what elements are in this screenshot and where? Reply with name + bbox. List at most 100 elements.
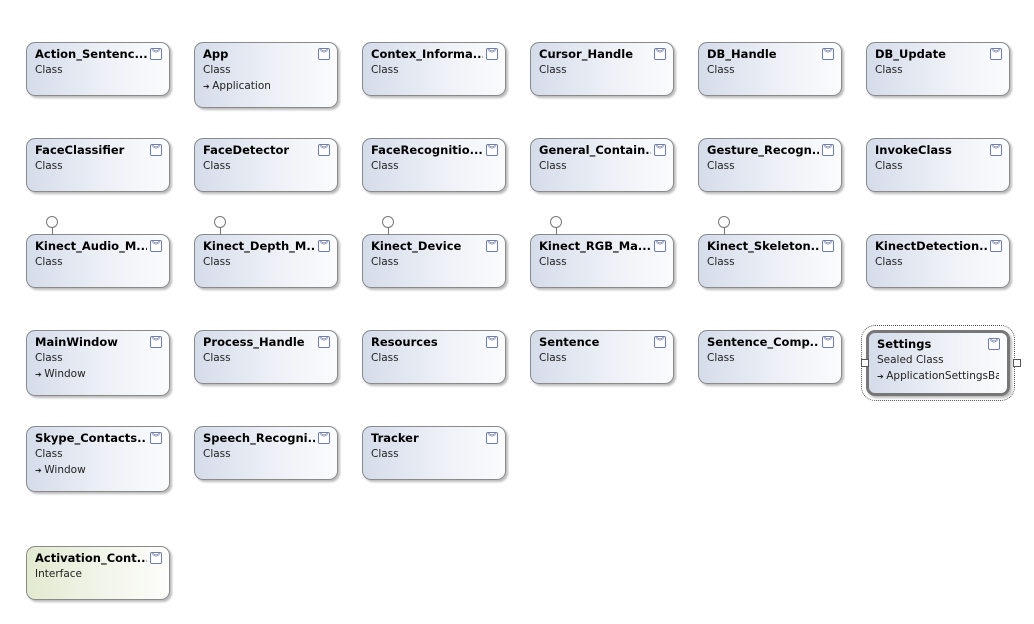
class-name: FaceRecognitio...: [371, 143, 483, 157]
class-kind: Class: [35, 256, 63, 268]
resize-handle-right[interactable]: [1013, 359, 1021, 367]
class-name: Contex_Informa...: [371, 47, 483, 61]
class-shape[interactable]: Resources Class ︾: [362, 330, 506, 384]
class-kind: Class: [371, 160, 399, 172]
class-shape[interactable]: Kinect_Audio_M... Class ︾: [26, 234, 170, 288]
class-shape[interactable]: InvokeClass Class ︾: [866, 138, 1010, 192]
class-name: Kinect_Skeleton...: [707, 239, 819, 253]
double-chevron-down-icon[interactable]: ︾: [486, 336, 498, 348]
double-chevron-down-icon[interactable]: ︾: [654, 240, 666, 252]
class-name: Gesture_Recogn...: [707, 143, 819, 157]
class-shape[interactable]: FaceDetector Class ︾: [194, 138, 338, 192]
class-shape[interactable]: Gesture_Recogn... Class ︾: [698, 138, 842, 192]
lollipop-stem: [220, 227, 221, 235]
class-shape[interactable]: Kinect_RGB_Ma... Class ︾: [530, 234, 674, 288]
class-name: Action_Sentenc...: [35, 47, 147, 61]
class-name: Sentence_Comp...: [707, 335, 819, 349]
double-chevron-down-icon[interactable]: ︾: [150, 144, 162, 156]
class-shape[interactable]: Tracker Class ︾: [362, 426, 506, 480]
class-kind: Class: [539, 64, 567, 76]
class-kind: Class: [707, 352, 735, 364]
class-kind: Sealed Class: [877, 354, 944, 366]
class-shape[interactable]: MainWindow Class ➔ Window ︾: [26, 330, 170, 396]
double-chevron-down-icon[interactable]: ︾: [990, 144, 1002, 156]
base-type-name: ApplicationSettingsBa...: [886, 370, 999, 382]
double-chevron-down-icon[interactable]: ︾: [318, 336, 330, 348]
class-shape[interactable]: Sentence_Comp... Class ︾: [698, 330, 842, 384]
class-shape[interactable]: General_Contain... Class ︾: [530, 138, 674, 192]
class-name: General_Contain...: [539, 143, 651, 157]
class-kind: Class: [875, 256, 903, 268]
double-chevron-down-icon[interactable]: ︾: [486, 432, 498, 444]
class-kind: Class: [707, 160, 735, 172]
class-kind: Class: [875, 64, 903, 76]
class-shape[interactable]: FaceRecognitio... Class ︾: [362, 138, 506, 192]
class-kind: Class: [371, 448, 399, 460]
class-shape[interactable]: Process_Handle Class ︾: [194, 330, 338, 384]
base-type: ➔ Application: [203, 78, 329, 95]
class-shape[interactable]: Contex_Informa... Class ︾: [362, 42, 506, 96]
class-kind: Class: [371, 256, 399, 268]
class-shape[interactable]: FaceClassifier Class ︾: [26, 138, 170, 192]
resize-handle-left[interactable]: [861, 359, 869, 367]
class-kind: Class: [35, 160, 63, 172]
class-name: InvokeClass: [875, 143, 952, 157]
double-chevron-down-icon[interactable]: ︾: [822, 336, 834, 348]
class-name: Activation_Cont...: [35, 551, 147, 565]
base-type-name: Application: [212, 80, 271, 92]
class-kind: Class: [707, 64, 735, 76]
lollipop-stem: [556, 227, 557, 235]
double-chevron-down-icon[interactable]: ︾: [654, 48, 666, 60]
class-shape[interactable]: DB_Update Class ︾: [866, 42, 1010, 96]
class-shape[interactable]: Kinect_Skeleton... Class ︾: [698, 234, 842, 288]
double-chevron-down-icon[interactable]: ︾: [486, 48, 498, 60]
class-kind: Class: [203, 448, 231, 460]
class-shape[interactable]: Action_Sentenc... Class ︾: [26, 42, 170, 96]
class-shape[interactable]: Settings Sealed Class ➔ ApplicationSetting…: [861, 325, 1015, 401]
base-type-name: Window: [44, 368, 86, 380]
double-chevron-down-icon[interactable]: ︾: [318, 432, 330, 444]
double-chevron-down-icon[interactable]: ︾: [150, 240, 162, 252]
class-name: Kinect_Audio_M...: [35, 239, 147, 253]
interface-shape[interactable]: Activation_Cont... Interface ︾: [26, 546, 170, 600]
class-kind: Class: [539, 256, 567, 268]
class-shape[interactable]: Speech_Recogni... Class ︾: [194, 426, 338, 480]
double-chevron-down-icon[interactable]: ︾: [822, 240, 834, 252]
class-name: Process_Handle: [203, 335, 305, 349]
class-kind: Class: [371, 64, 399, 76]
double-chevron-down-icon[interactable]: ︾: [988, 338, 1000, 350]
double-chevron-down-icon[interactable]: ︾: [150, 48, 162, 60]
double-chevron-down-icon[interactable]: ︾: [150, 552, 162, 564]
double-chevron-down-icon[interactable]: ︾: [318, 48, 330, 60]
double-chevron-down-icon[interactable]: ︾: [654, 144, 666, 156]
class-name: Tracker: [371, 431, 419, 445]
double-chevron-down-icon[interactable]: ︾: [990, 240, 1002, 252]
double-chevron-down-icon[interactable]: ︾: [486, 144, 498, 156]
class-shape[interactable]: App Class ➔ Application ︾: [194, 42, 338, 108]
double-chevron-down-icon[interactable]: ︾: [822, 144, 834, 156]
double-chevron-down-icon[interactable]: ︾: [654, 336, 666, 348]
class-name: Kinect_RGB_Ma...: [539, 239, 651, 253]
class-shape[interactable]: Sentence Class ︾: [530, 330, 674, 384]
double-chevron-down-icon[interactable]: ︾: [486, 240, 498, 252]
double-chevron-down-icon[interactable]: ︾: [150, 432, 162, 444]
class-name: FaceDetector: [203, 143, 290, 157]
class-kind: Class: [203, 160, 231, 172]
double-chevron-down-icon[interactable]: ︾: [150, 336, 162, 348]
double-chevron-down-icon[interactable]: ︾: [822, 48, 834, 60]
class-shape[interactable]: Kinect_Depth_M... Class ︾: [194, 234, 338, 288]
class-shape[interactable]: KinectDetection... Class ︾: [866, 234, 1010, 288]
class-kind: Class: [203, 64, 231, 76]
double-chevron-down-icon[interactable]: ︾: [318, 144, 330, 156]
class-kind: Class: [539, 352, 567, 364]
class-name: Cursor_Handle: [539, 47, 634, 61]
class-kind: Class: [371, 352, 399, 364]
double-chevron-down-icon[interactable]: ︾: [990, 48, 1002, 60]
class-shape[interactable]: Skype_Contacts... Class ➔ Window ︾: [26, 426, 170, 492]
double-chevron-down-icon[interactable]: ︾: [318, 240, 330, 252]
class-shape[interactable]: Kinect_Device Class ︾: [362, 234, 506, 288]
class-kind: Class: [539, 160, 567, 172]
class-name: App: [203, 47, 229, 61]
class-shape[interactable]: DB_Handle Class ︾: [698, 42, 842, 96]
class-shape[interactable]: Cursor_Handle Class ︾: [530, 42, 674, 96]
